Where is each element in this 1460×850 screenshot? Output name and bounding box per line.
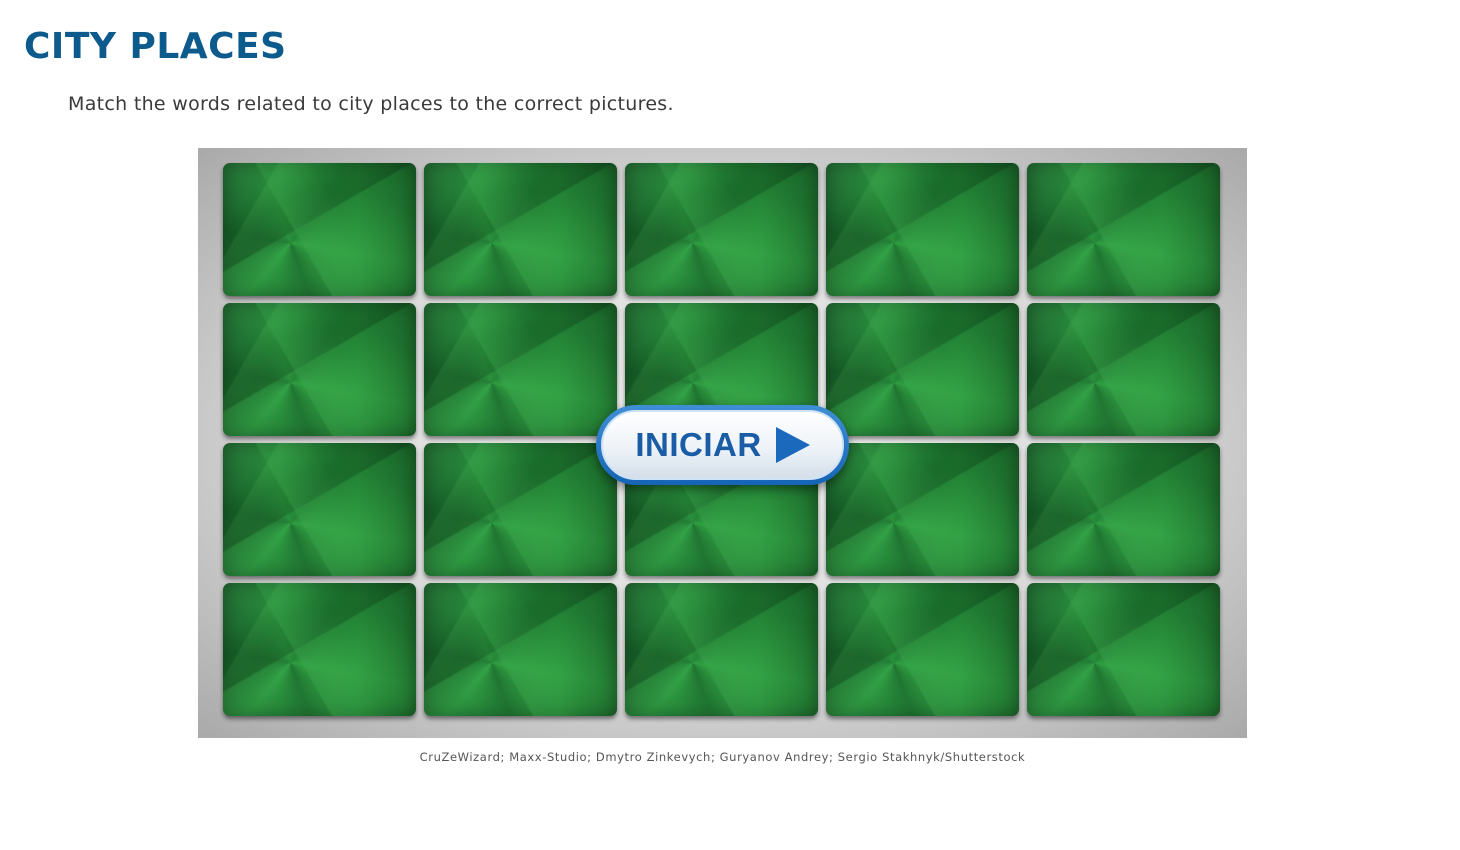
memory-card[interactable] [223,303,416,436]
memory-card[interactable] [424,163,617,296]
memory-card[interactable] [223,583,416,716]
memory-card[interactable] [826,163,1019,296]
image-credits: CruZeWizard; Maxx-Studio; Dmytro Zinkevy… [419,750,1026,764]
memory-card[interactable] [223,443,416,576]
memory-card[interactable] [1027,163,1220,296]
page-title: CITY PLACES [24,26,287,67]
memory-card[interactable] [424,583,617,716]
memory-card[interactable] [1027,303,1220,436]
memory-card[interactable] [424,443,617,576]
start-button[interactable]: INICIAR [596,405,849,485]
start-button-face: INICIAR [601,410,844,480]
instructions-text: Match the words related to city places t… [68,93,674,115]
memory-card[interactable] [625,163,818,296]
start-button-label: INICIAR [635,426,762,463]
memory-card[interactable] [826,443,1019,576]
memory-card[interactable] [223,163,416,296]
memory-card[interactable] [826,303,1019,436]
play-arrow-icon [775,427,810,463]
memory-card[interactable] [625,583,818,716]
memory-card[interactable] [1027,443,1220,576]
memory-card[interactable] [1027,583,1220,716]
memory-card[interactable] [826,583,1019,716]
memory-game-board: INICIAR [198,148,1247,738]
memory-card[interactable] [424,303,617,436]
